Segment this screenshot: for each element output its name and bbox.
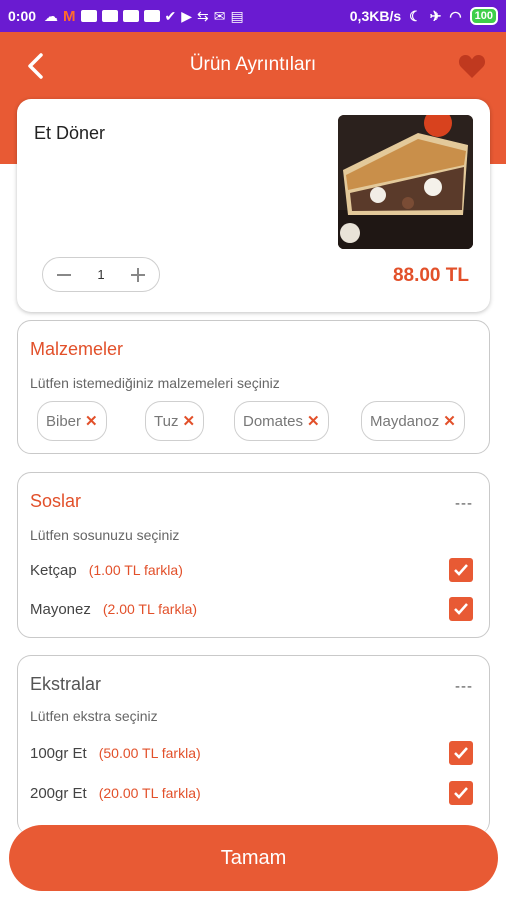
ingredient-label: Tuz (154, 412, 179, 430)
check-icon (454, 787, 468, 799)
sauces-title: Soslar (30, 491, 82, 511)
done-button[interactable]: Tamam (9, 825, 498, 891)
sauces-subtitle: Lütfen sosunuzu seçiniz (30, 527, 180, 543)
ingredients-subtitle: Lütfen istemediğiniz malzemeleri seçiniz (30, 375, 280, 391)
network-speed: 0,3KB/s (349, 8, 402, 24)
ingredients-section: Malzemeler Lütfen istemediğiniz malzemel… (17, 320, 490, 454)
product-price: 88.00 TL (392, 265, 469, 286)
decrease-button[interactable] (53, 264, 75, 286)
battery-indicator: 100 (469, 7, 498, 25)
option-price: (20.00 TL farkla) (98, 785, 201, 801)
increase-button[interactable] (127, 264, 149, 286)
extras-subtitle: Lütfen ekstra seçiniz (30, 708, 158, 724)
favorite-button[interactable] (454, 48, 490, 84)
ingredient-chip[interactable]: Tuz ✕ (145, 401, 205, 441)
ingredients-title: Malzemeler (30, 339, 124, 359)
extras-collapse-toggle[interactable]: --- (455, 678, 473, 695)
cloud-icon: ☁ (44, 7, 59, 24)
wifi-icon: ◠ (449, 7, 462, 24)
airplane-icon: ✈ (429, 7, 442, 24)
option-name: 100gr Et (30, 744, 87, 762)
app-m-icon: M (63, 7, 76, 25)
sauce-option[interactable]: Ketçap (1.00 TL farkla) (30, 557, 473, 583)
minus-icon (57, 273, 71, 276)
status-time: 0:00 (8, 8, 37, 24)
product-card: Et Döner 1 88.00 TL (17, 99, 490, 312)
option-name: Mayonez (30, 600, 91, 618)
page-title: Ürün Ayrıntıları (189, 54, 317, 75)
product-image (338, 115, 473, 249)
news-icon: ▤ (230, 7, 244, 24)
ingredient-chip[interactable]: Domates ✕ (234, 401, 329, 441)
ingredient-chip[interactable]: Biber ✕ (37, 401, 107, 441)
mail-icon: ✉ (213, 7, 226, 24)
youtube-icon (122, 10, 139, 22)
option-checkbox[interactable] (449, 781, 473, 805)
youtube-icon (80, 10, 97, 22)
ingredient-chip[interactable]: Maydanoz ✕ (361, 401, 465, 441)
ingredient-label: Biber (46, 412, 82, 430)
remove-icon[interactable]: ✕ (307, 412, 320, 430)
sauces-collapse-toggle[interactable]: --- (455, 495, 473, 512)
notification-icons: ☁ M ✔ ▶ ⇆ ✉ ▤ (44, 8, 244, 25)
extras-section: Ekstralar --- Lütfen ekstra seçiniz 100g… (17, 655, 490, 835)
option-name: 200gr Et (30, 784, 87, 802)
quantity-value: 1 (97, 267, 105, 282)
youtube-icon (143, 10, 160, 22)
sauces-section: Soslar --- Lütfen sosunuzu seçiniz Ketça… (17, 472, 490, 638)
option-name: Ketçap (30, 561, 77, 579)
extras-title: Ekstralar (30, 674, 102, 694)
ingredient-label: Maydanoz (370, 412, 440, 430)
check-icon (454, 564, 468, 576)
sauce-option[interactable]: Mayonez (2.00 TL farkla) (30, 596, 473, 622)
youtube-icon (101, 10, 118, 22)
check-icon (454, 603, 468, 615)
arrows-icon: ⇆ (197, 7, 209, 24)
check-circle-icon: ✔ (164, 7, 177, 24)
product-name: Et Döner (34, 123, 106, 143)
moon-icon: ☾ (409, 7, 422, 24)
plus-icon (130, 267, 145, 282)
ingredient-label: Domates (243, 412, 304, 430)
play-icon: ▶ (181, 7, 193, 24)
quantity-stepper: 1 (42, 257, 160, 292)
check-icon (454, 747, 468, 759)
remove-icon[interactable]: ✕ (443, 412, 456, 430)
remove-icon[interactable]: ✕ (182, 412, 195, 430)
option-price: (1.00 TL farkla) (88, 562, 183, 578)
option-price: (50.00 TL farkla) (98, 745, 201, 761)
option-checkbox[interactable] (449, 597, 473, 621)
extra-option[interactable]: 100gr Et (50.00 TL farkla) (30, 740, 473, 766)
option-checkbox[interactable] (449, 741, 473, 765)
status-bar: 0:00 ☁ M ✔ ▶ ⇆ ✉ ▤ 0,3KB/s ☾ ✈ ◠ 100 (0, 0, 506, 32)
extra-option[interactable]: 200gr Et (20.00 TL farkla) (30, 780, 473, 806)
remove-icon[interactable]: ✕ (85, 412, 98, 430)
heart-icon (458, 55, 486, 78)
option-checkbox[interactable] (449, 558, 473, 582)
option-price: (2.00 TL farkla) (102, 601, 198, 617)
